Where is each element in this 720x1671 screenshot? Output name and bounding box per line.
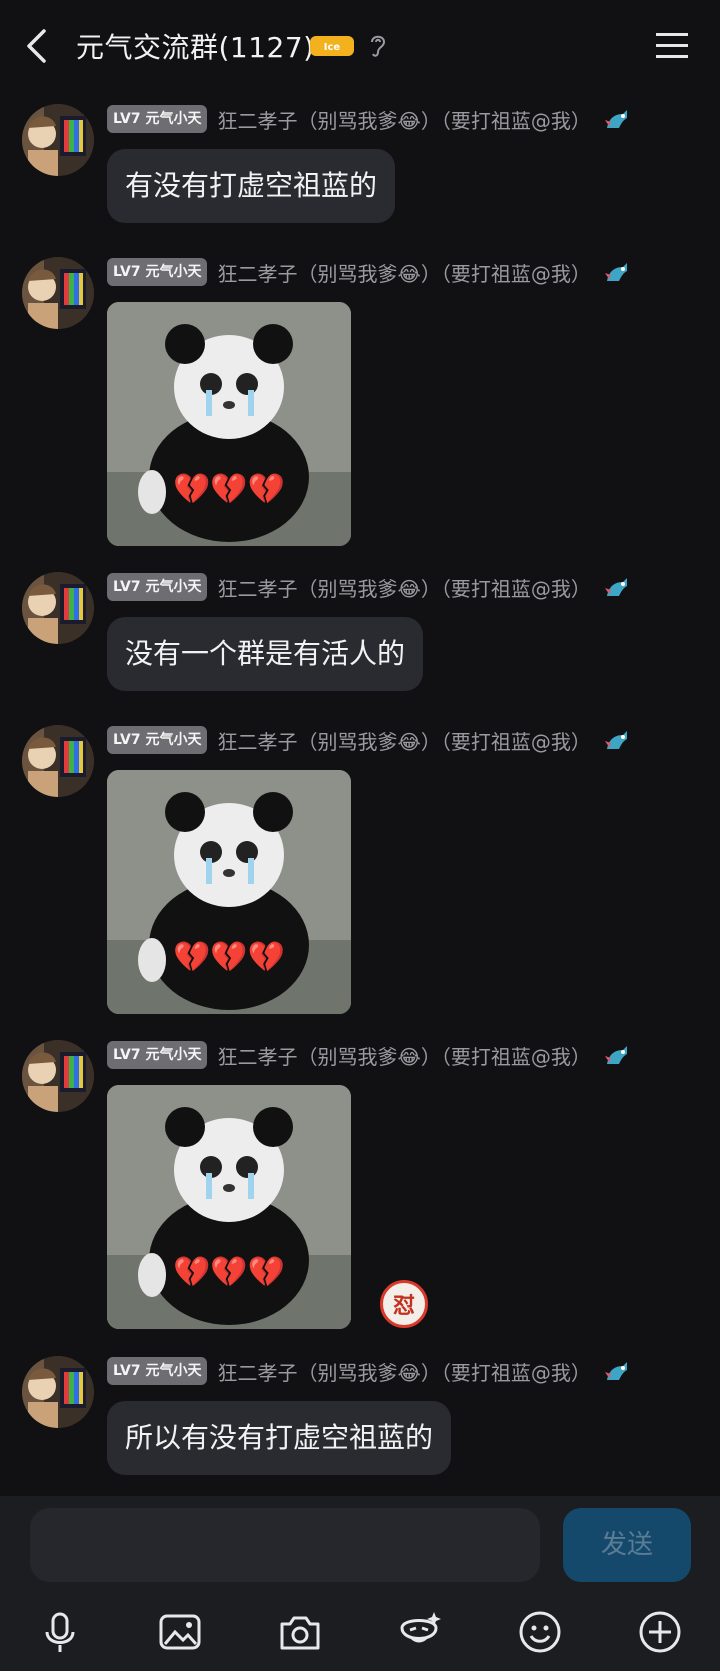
message-input[interactable] (30, 1508, 540, 1582)
sticker-search-icon[interactable] (396, 1608, 444, 1656)
menu-icon[interactable] (654, 30, 690, 60)
sticker-caption: 💔💔💔 (172, 472, 286, 507)
sender-meta: LV7 元气小天 狂二孝子（别骂我爹😂）（要打祖蓝@我） (107, 257, 631, 287)
avatar[interactable] (22, 104, 94, 176)
plus-icon[interactable] (636, 1608, 684, 1656)
sticker-caption: 💔💔💔 (172, 940, 286, 975)
send-button[interactable]: 发送 (563, 1508, 691, 1582)
back-arrow-icon[interactable] (22, 26, 52, 66)
level-badge: LV7 元气小天 (107, 1357, 208, 1385)
dragon-badge-icon (604, 1362, 627, 1380)
sender-meta: LV7 元气小天 狂二孝子（别骂我爹😂）（要打祖蓝@我） (107, 1356, 631, 1386)
sticker-image[interactable]: 💔💔💔 (107, 770, 351, 1014)
level-badge: LV7 元气小天 (107, 258, 208, 286)
sender-nickname[interactable]: 狂二孝子（别骂我爹😂）（要打祖蓝@我） (217, 726, 590, 755)
level-badge: LV7 元气小天 (107, 573, 208, 601)
avatar[interactable] (22, 572, 94, 644)
message-bubble[interactable]: 没有一个群是有活人的 (107, 617, 424, 691)
sticker-image[interactable]: 💔💔💔 (107, 302, 351, 546)
level-badge: LV7 元气小天 (107, 105, 208, 133)
message-bubble[interactable]: 所以有没有打虚空祖蓝的 (107, 1401, 452, 1475)
chat-header: 元气交流群(1127) Ice (0, 0, 720, 92)
svg-text:Ice: Ice (324, 42, 341, 53)
sender-meta: LV7 元气小天 狂二孝子（别骂我爹😂）（要打祖蓝@我） (107, 1040, 631, 1070)
dragon-badge-icon (604, 263, 627, 281)
sender-meta: LV7 元气小天 狂二孝子（别骂我爹😂）（要打祖蓝@我） (107, 104, 631, 134)
message-bubble[interactable]: 有没有打虚空祖蓝的 (107, 149, 396, 223)
composer-bar: 发送 (0, 1496, 720, 1671)
sender-nickname[interactable]: 狂二孝子（别骂我爹😂）（要打祖蓝@我） (217, 1041, 590, 1070)
emoji-icon[interactable] (516, 1608, 564, 1656)
ice-badge-icon: Ice (310, 36, 354, 56)
avatar[interactable] (22, 257, 94, 329)
avatar[interactable] (22, 1040, 94, 1112)
sender-nickname[interactable]: 狂二孝子（别骂我爹😂）（要打祖蓝@我） (217, 258, 590, 287)
sticker-image[interactable]: 💔💔💔 (107, 1085, 351, 1329)
dragon-badge-icon (604, 110, 627, 128)
microphone-icon[interactable] (36, 1608, 84, 1656)
group-title: 元气交流群(1127) (76, 31, 315, 64)
sender-meta: LV7 元气小天 狂二孝子（别骂我爹😂）（要打祖蓝@我） (107, 572, 631, 602)
sender-meta: LV7 元气小天 狂二孝子（别骂我爹😂）（要打祖蓝@我） (107, 725, 631, 755)
sender-nickname[interactable]: 狂二孝子（别骂我爹😂）（要打祖蓝@我） (217, 1357, 590, 1386)
avatar[interactable] (22, 725, 94, 797)
dragon-badge-icon (604, 578, 627, 596)
sender-nickname[interactable]: 狂二孝子（别骂我爹😂）（要打祖蓝@我） (217, 105, 590, 134)
avatar[interactable] (22, 1356, 94, 1428)
sender-nickname[interactable]: 狂二孝子（别骂我爹😂）（要打祖蓝@我） (217, 573, 590, 602)
dragon-badge-icon (604, 731, 627, 749)
level-badge: LV7 元气小天 (107, 1041, 208, 1069)
camera-icon[interactable] (276, 1608, 324, 1656)
ear-icon[interactable] (366, 30, 390, 60)
sticker-caption: 💔💔💔 (172, 1255, 286, 1290)
level-badge: LV7 元气小天 (107, 726, 208, 754)
image-icon[interactable] (156, 1608, 204, 1656)
dragon-badge-icon (604, 1046, 627, 1064)
reaction-sticker[interactable]: 怼 (380, 1280, 428, 1328)
